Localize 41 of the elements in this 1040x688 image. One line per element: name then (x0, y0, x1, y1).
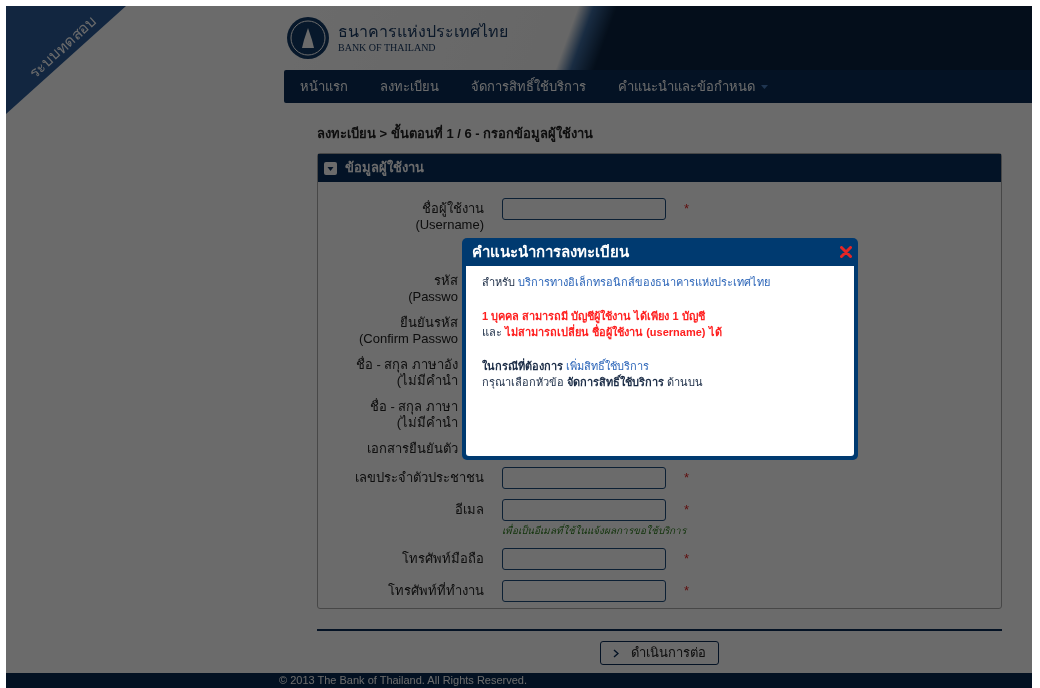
field-label: เลขประจำตัวประชาชน (354, 469, 484, 486)
required-mark: * (684, 550, 690, 569)
dialog-text: ในกรณีที่ต้องการ เพิ่มสิทธิ์ใช้บริการ (482, 358, 650, 374)
text-input[interactable] (502, 580, 666, 602)
required-mark: * (684, 200, 690, 219)
text-input[interactable] (502, 467, 666, 489)
nav-link[interactable]: จัดการสิทธิ์ใช้บริการ (471, 76, 586, 97)
field-label: โทรศัพท์มือถือ (401, 550, 484, 567)
dialog-text: สำหรับ บริการทางอิเล็กทรอนิกส์ของธนาคารแห่งประเทศไทย (482, 274, 771, 290)
required-mark: * (684, 501, 690, 520)
nav-link[interactable]: หน้าแรก (300, 76, 348, 97)
dialog-title: คำแนะนำการลงทะเบียน (472, 241, 629, 262)
copyright-text: © 2013 The Bank of Thailand. All Rights Reserved. (279, 673, 527, 688)
bank-emblem-icon (286, 16, 330, 60)
breadcrumb: ลงทะเบียน > ขั้นตอนที่ 1 / 6 - กรอกข้อมูลผู้ใช้งาน (317, 124, 1002, 144)
hint-text: เพื่อเป็นอีเมลที่ใช้ในแจ้งผลการขอใช้บริการ (502, 523, 688, 538)
field-label: อีเมล (454, 501, 484, 518)
bank-name: ธนาคารแห่งประเทศไทย (338, 22, 508, 42)
required-mark: * (684, 469, 690, 488)
field-label: โทรศัพท์ที่ทำงาน (387, 581, 484, 599)
bank-name-english: BANK OF THAILAND (338, 42, 437, 54)
panel-title: ข้อมูลผู้ใช้งาน (345, 158, 424, 178)
dialog-text: กรุณาเลือกหัวข้อ จัดการสิทธิ์ใช้บริการ ด้านบน (482, 374, 704, 390)
close-icon[interactable] (840, 246, 852, 258)
text-input[interactable] (502, 548, 666, 570)
field-label: ชื่อ - สกุล ภาษาอัง (ไม่มีคำนำ (354, 357, 458, 389)
collapse-icon[interactable] (324, 161, 337, 175)
continue-button[interactable]: ดำเนินการต่อ (600, 641, 719, 665)
field-label: ยืนยันรหัส (Confirm Passwo (358, 315, 458, 347)
nav-link[interactable]: คำแนะนำและข้อกำหนด (618, 76, 768, 97)
text-input[interactable] (502, 198, 666, 220)
nav-link[interactable]: ลงทะเบียน (380, 76, 439, 97)
chevron-icon (613, 648, 619, 658)
dialog-text: 1 บุคคล สามารถมี บัญชีผู้ใช้งาน ได้เพียง 1 บัญชี (482, 308, 705, 324)
dialog-text: และ ไม่สามารถเปลี่ยน ชื่อผู้ใช้งาน (username) ได้ (482, 324, 722, 340)
field-label: ชื่อผู้ใช้งาน (Username) (414, 199, 484, 233)
field-label: ชื่อ - สกุล ภาษา (ไม่มีคำนำ (368, 399, 458, 431)
field-label: เอกสารยืนยันตัว (366, 441, 458, 457)
required-mark: * (684, 582, 690, 601)
text-input[interactable] (502, 499, 666, 521)
field-label: รหัส (Passwo (407, 273, 458, 305)
